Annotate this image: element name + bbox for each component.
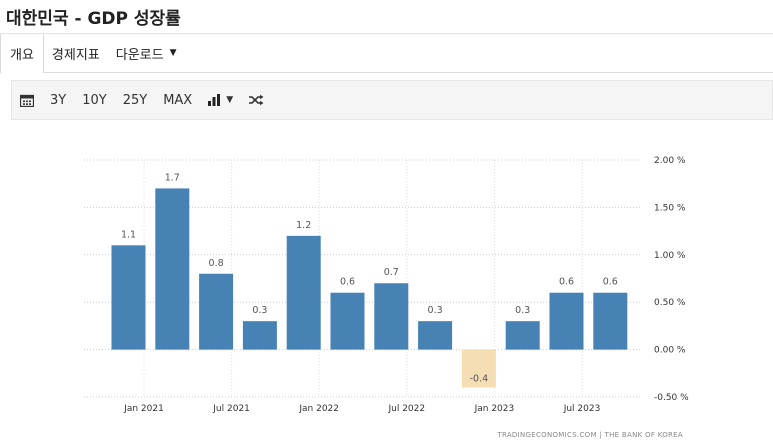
data-label: 1.7 xyxy=(165,172,180,183)
chart-area: 1.1 1.7 0.8 0.3 1.2 0.6 0.7 0.3 -0.4 0.3 0.6 0.6 2.… xyxy=(11,121,773,448)
y-tick-label: 0.00 % xyxy=(654,346,686,356)
y-tick-label: 1.00 % xyxy=(654,251,686,261)
data-label: 0.6 xyxy=(603,277,618,288)
bar xyxy=(593,292,628,350)
data-label: 1.1 xyxy=(121,229,136,240)
data-label: 1.2 xyxy=(296,220,311,231)
data-label: -0.4 xyxy=(470,374,489,385)
data-label: 0.3 xyxy=(252,305,267,316)
data-label: 0.6 xyxy=(340,277,355,288)
data-label: 0.3 xyxy=(515,305,530,316)
bar xyxy=(505,321,540,350)
bar-layer xyxy=(111,188,628,388)
gdp-growth-bar-chart: 1.1 1.7 0.8 0.3 1.2 0.6 0.7 0.3 -0.4 0.3 0.6 0.6 2.… xyxy=(84,156,689,439)
x-tick-label: Jul 2021 xyxy=(212,404,250,414)
data-label: 0.6 xyxy=(559,277,574,288)
x-tick-label: Jan 2023 xyxy=(474,404,515,414)
x-tick-label: Jan 2022 xyxy=(298,404,339,414)
x-tick-label: Jul 2023 xyxy=(563,404,601,414)
bar xyxy=(330,292,365,350)
bar xyxy=(374,283,409,350)
data-label: 0.7 xyxy=(384,267,399,278)
x-tick-label: Jul 2022 xyxy=(387,404,425,414)
label-layer: 1.1 1.7 0.8 0.3 1.2 0.6 0.7 0.3 -0.4 0.3 0.6 0.6 xyxy=(121,172,618,384)
bar xyxy=(111,245,146,350)
source-attribution: TRADINGECONOMICS.COM | THE BANK OF KOREA xyxy=(496,431,683,439)
y-tick-label: 2.00 % xyxy=(654,156,686,166)
y-tick-label: 1.50 % xyxy=(654,203,686,213)
bar xyxy=(242,321,277,350)
data-label: 0.3 xyxy=(428,305,443,316)
y-tick-label: 0.50 % xyxy=(654,298,686,308)
y-tick-label: -0.50 % xyxy=(654,393,689,403)
x-tick-label: Jan 2021 xyxy=(123,404,164,414)
bar xyxy=(418,321,453,350)
bar xyxy=(549,292,584,350)
bar xyxy=(286,235,321,350)
bar xyxy=(155,188,190,350)
bar xyxy=(199,273,234,350)
data-label: 0.8 xyxy=(209,258,224,269)
